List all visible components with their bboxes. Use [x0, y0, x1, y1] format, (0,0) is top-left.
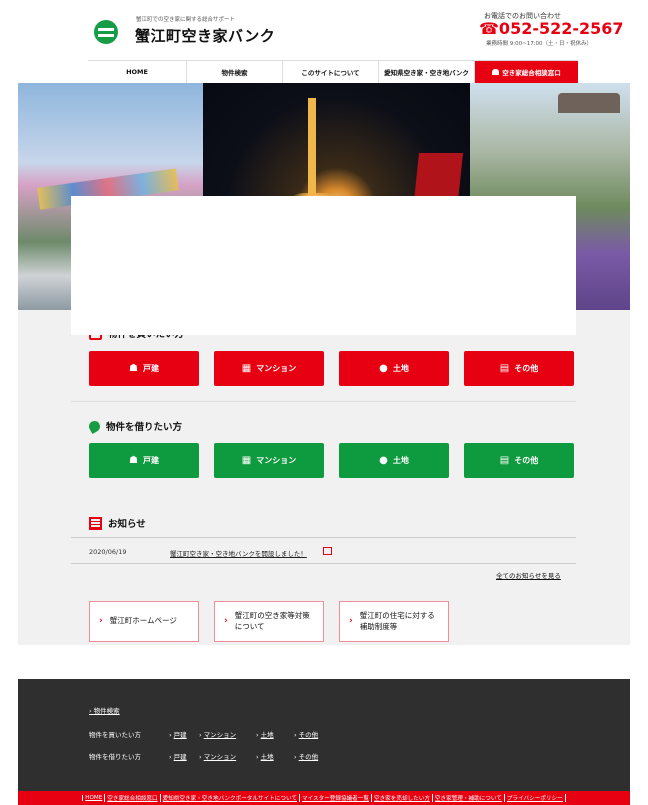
nav-about[interactable]: このサイトについて — [282, 61, 378, 83]
rent-mansion-label: マンション — [256, 456, 297, 465]
link-town-homepage-label: 蟹江町ホームページ — [109, 616, 177, 626]
buy-mansion-label: マンション — [256, 364, 297, 373]
nav-home[interactable]: HOME — [88, 61, 186, 83]
building-icon: ▦ — [241, 362, 252, 374]
footer-rent-land-label: 土地 — [260, 753, 274, 761]
house-icon: ☗ — [129, 362, 138, 374]
house-icon: ☗ — [129, 454, 138, 466]
rent-land-button[interactable]: ● 土地 — [339, 443, 449, 478]
footer-link-privacy[interactable]: プライバシーポリシー — [503, 794, 566, 802]
footer-buy-land-link[interactable]: › 土地 — [256, 729, 274, 739]
nav-consultation[interactable]: 空き家総合相談窓口 — [474, 61, 578, 83]
footer-buy-mansion-link[interactable]: › マンション — [199, 729, 236, 739]
link-housing-subsidy[interactable]: › 蟹江町の住宅に対する補助制度等 — [339, 601, 449, 642]
footer-rent-house-label: 戸建 — [173, 753, 187, 761]
news-title: お知らせ — [108, 519, 146, 530]
footer-link-management[interactable]: 空き家管理・補助について — [431, 794, 504, 802]
contact-phone[interactable]: ☎052-522-2567 — [479, 19, 624, 38]
buy-land-button[interactable]: ● 土地 — [339, 351, 449, 386]
footer-link-bar: HOME 空き家総合相談窓口 愛知県空き家・空き地バンクポータルサイトについて … — [18, 791, 630, 805]
footer-link-consultation[interactable]: 空き家総合相談窓口 — [104, 794, 159, 802]
map-pin-icon: ● — [379, 454, 388, 466]
chevron-right-icon: › — [99, 616, 103, 627]
nav-search[interactable]: 物件検索 — [186, 61, 282, 83]
rent-other-button[interactable]: ▤ その他 — [464, 443, 574, 478]
buy-mansion-button[interactable]: ▦ マンション — [214, 351, 324, 386]
building-icon: ▦ — [241, 454, 252, 466]
footer-search-label: 物件検索 — [93, 707, 120, 715]
map-pin-icon: ● — [379, 362, 388, 374]
news-divider-top — [71, 537, 576, 538]
news-item-link[interactable]: 蟹江町空き家・空き地バンクを開設しました！ — [170, 548, 307, 558]
key-icon — [86, 418, 103, 434]
news-icon — [89, 516, 102, 530]
link-town-homepage[interactable]: › 蟹江町ホームページ — [89, 601, 199, 642]
footer-buy-house-label: 戸建 — [173, 731, 187, 739]
buy-house-button[interactable]: ☗ 戸建 — [89, 351, 199, 386]
news-divider-bottom — [71, 563, 576, 564]
footer-rent-house-link[interactable]: › 戸建 — [169, 751, 187, 761]
news-all-link[interactable]: 全てのお知らせを見る — [496, 570, 561, 580]
section-divider — [71, 401, 576, 402]
news-panel — [71, 196, 576, 335]
footer-buy-mansion-label: マンション — [203, 731, 237, 739]
news-section-title: お知らせ — [89, 516, 146, 530]
footer-rent-mansion-label: マンション — [203, 753, 237, 761]
footer-buy-other-link[interactable]: › その他 — [294, 729, 318, 739]
site-title[interactable]: 蟹江町空き家バンク — [135, 25, 275, 46]
rent-mansion-button[interactable]: ▦ マンション — [214, 443, 324, 478]
link-vacant-house-policy[interactable]: › 蟹江町の空き家等対策について — [214, 601, 324, 642]
house-icon — [492, 69, 500, 75]
buy-other-button[interactable]: ▤ その他 — [464, 351, 574, 386]
nav-aichi-bank[interactable]: 愛知県空き家・空き地バンク — [378, 61, 474, 83]
footer-rent-mansion-link[interactable]: › マンション — [199, 751, 236, 761]
rent-title: 物件を借りたい方 — [106, 422, 183, 433]
link-housing-subsidy-label: 蟹江町の住宅に対する補助制度等 — [359, 611, 435, 631]
footer-link-sell[interactable]: 空き家を売却したい方 — [370, 794, 432, 802]
new-window-icon — [323, 547, 332, 555]
logo-subtitle: 蟹江町での空き家に関する総合サポート — [136, 17, 236, 23]
chevron-right-icon: › — [224, 616, 228, 627]
footer-link-meister-list[interactable]: マイスター登録協議者一覧 — [299, 794, 371, 802]
link-vacant-house-policy-label: 蟹江町の空き家等対策について — [234, 611, 310, 631]
footer-buy-other-label: その他 — [298, 731, 319, 739]
buy-house-label: 戸建 — [142, 364, 159, 373]
rent-land-label: 土地 — [392, 456, 409, 465]
nav-consultation-label: 空き家総合相談窓口 — [502, 69, 561, 77]
logo-icon[interactable] — [94, 20, 118, 44]
footer-search-link[interactable]: › 物件検索 — [89, 705, 120, 715]
buy-land-label: 土地 — [392, 364, 409, 373]
pavilion-roof — [558, 93, 620, 113]
footer-rent-other-link[interactable]: › その他 — [294, 751, 318, 761]
site-header: 蟹江町での空き家に関する総合サポート 蟹江町空き家バンク お電話でのお問い合わせ… — [0, 0, 648, 56]
footer-buy-house-link[interactable]: › 戸建 — [169, 729, 187, 739]
buy-other-label: その他 — [514, 364, 539, 373]
main-nav: HOME 物件検索 このサイトについて 愛知県空き家・空き地バンク 空き家総合相… — [88, 60, 578, 83]
footer-link-home[interactable]: HOME — [82, 795, 104, 801]
calendar-icon: ▤ — [499, 362, 510, 374]
footer-rent-other-label: その他 — [298, 753, 319, 761]
contact-hours: 業務時間 9:00~17:00（土・日・祝休み） — [486, 41, 593, 47]
footer-rent-land-link[interactable]: › 土地 — [256, 751, 274, 761]
news-date: 2020/06/19 — [89, 548, 127, 556]
rent-house-button[interactable]: ☗ 戸建 — [89, 443, 199, 478]
footer-buy-land-label: 土地 — [260, 731, 274, 739]
footer-link-aichi-portal[interactable]: 愛知県空き家・空き地バンクポータルサイトについて — [159, 794, 299, 802]
rent-house-label: 戸建 — [142, 456, 159, 465]
footer-rent-label: 物件を借りたい方 — [89, 753, 141, 761]
rent-section-title: 物件を借りたい方 — [86, 418, 183, 434]
rent-other-label: その他 — [514, 456, 539, 465]
chevron-right-icon: › — [349, 616, 353, 627]
calendar-icon: ▤ — [499, 454, 510, 466]
footer-buy-label: 物件を買いたい方 — [89, 731, 141, 739]
